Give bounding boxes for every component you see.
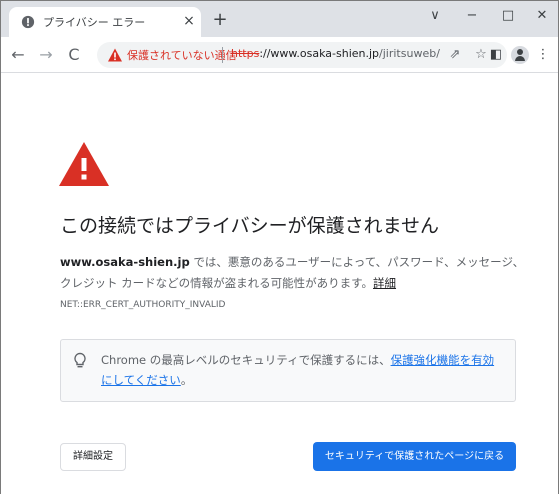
globe-warning-icon — [21, 15, 35, 29]
minimize-icon[interactable]: − — [461, 7, 483, 25]
menu-icon[interactable]: ⋮ — [534, 46, 552, 64]
url-path: /jiritsuweb/ — [379, 47, 440, 60]
browser-window: プライバシー エラー × + ∨ − □ ✕ ← → C 保護されていない通信 … — [0, 0, 559, 494]
new-tab-icon[interactable]: + — [211, 11, 229, 29]
warning-triangle-icon[interactable] — [107, 47, 123, 63]
lightbulb-icon — [74, 352, 86, 368]
url-host: ://www.osaka-shien.jp — [259, 47, 380, 60]
reload-icon[interactable]: C — [65, 46, 83, 64]
large-warning-icon — [59, 142, 109, 186]
tab-title: プライバシー エラー — [43, 16, 146, 29]
tab-search-chevron-icon[interactable]: ∨ — [424, 7, 446, 25]
window-close-icon[interactable]: ✕ — [531, 7, 553, 25]
omnibox-divider — [222, 47, 223, 63]
side-panel-icon[interactable]: ◧ — [487, 46, 505, 64]
security-status-label[interactable]: 保護されていない通信 — [127, 47, 237, 63]
tab-strip: プライバシー エラー × + ∨ − □ ✕ — [1, 1, 558, 37]
warning-description: www.osaka-shien.jp では、悪意のあるユーザーによって、パスワー… — [60, 252, 530, 294]
panel-tail: 。 — [180, 373, 193, 387]
address-bar[interactable]: 保護されていない通信 https://www.osaka-shien.jp/ji… — [97, 42, 507, 68]
back-to-safety-button[interactable]: セキュリティで保護されたページに戻る — [313, 442, 516, 471]
toolbar: ← → C 保護されていない通信 https://www.osaka-shien… — [1, 37, 558, 73]
share-icon[interactable]: ⇗ — [446, 46, 464, 64]
maximize-icon[interactable]: □ — [497, 7, 519, 25]
interstitial-page: この接続ではプライバシーが保護されません www.osaka-shien.jp … — [1, 74, 558, 494]
profile-avatar-icon[interactable] — [511, 46, 529, 64]
url-scheme: https — [231, 47, 260, 60]
back-arrow-icon[interactable]: ← — [9, 46, 27, 64]
advanced-button[interactable]: 詳細設定 — [60, 443, 126, 471]
tab-close-icon[interactable]: × — [181, 12, 197, 30]
url-text[interactable]: https://www.osaka-shien.jp/jiritsuweb/ — [231, 47, 440, 60]
panel-message: Chrome の最高レベルのセキュリティで保護するには、 — [101, 353, 391, 367]
details-link[interactable]: 詳細 — [373, 276, 396, 290]
enhanced-protection-panel: Chrome の最高レベルのセキュリティで保護するには、保護強化機能を有効にして… — [60, 339, 516, 402]
panel-text: Chrome の最高レベルのセキュリティで保護するには、保護強化機能を有効にして… — [101, 350, 501, 390]
page-title: この接続ではプライバシーが保護されません — [60, 215, 440, 237]
tab-privacy-error[interactable]: プライバシー エラー × — [9, 7, 201, 37]
forward-arrow-icon[interactable]: → — [37, 46, 55, 64]
error-code: NET::ERR_CERT_AUTHORITY_INVALID — [60, 300, 226, 310]
domain-name: www.osaka-shien.jp — [60, 255, 190, 269]
